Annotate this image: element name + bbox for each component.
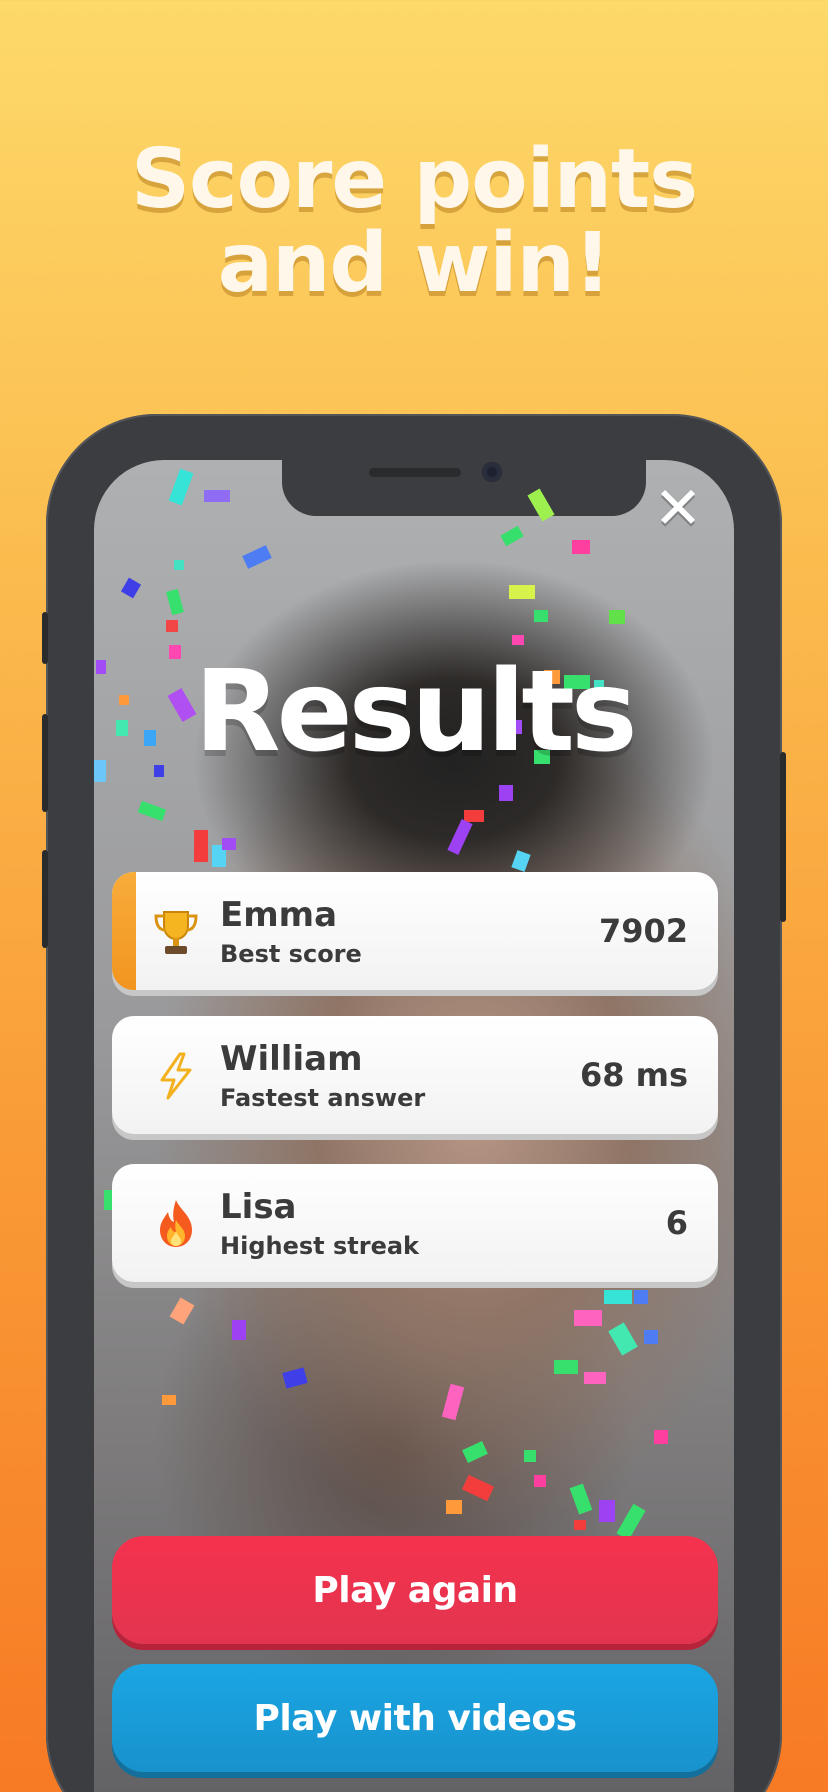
fire-icon [160,1200,192,1247]
play-again-button[interactable]: Play again [112,1536,718,1644]
result-card-highest-streak: Lisa Highest streak 6 [112,1164,718,1282]
result-label: Highest streak [220,1232,419,1260]
result-value: 7902 [598,912,688,950]
trophy-icon [154,911,198,954]
result-value: 6 [665,1204,688,1242]
player-name: William [220,1039,363,1079]
headline-line-2: and win! [217,216,612,311]
results-title: Results [194,647,637,777]
headline-line-1: Score points [130,132,698,227]
close-button[interactable]: ✕ [650,474,706,542]
card-highlight-accent [112,872,136,990]
lightning-icon [160,1052,192,1100]
play-with-videos-button[interactable]: Play with videos [112,1664,718,1772]
phone-side-button-silent [42,612,48,664]
result-card-fastest-answer: William Fastest answer 68 ms [112,1016,718,1134]
phone-speaker [369,468,461,477]
phone-side-button-volume-down [42,850,48,948]
phone-notch [282,460,646,516]
phone-side-button-volume-up [42,714,48,812]
player-name: Lisa [220,1187,297,1227]
phone-side-button-power [780,752,786,922]
close-icon: ✕ [653,474,703,542]
result-card-best-score: Emma Best score 7902 [112,872,718,990]
headline: Score points and win! [0,138,828,306]
result-value: 68 ms [579,1056,688,1094]
result-label: Best score [220,940,362,968]
front-camera [482,462,502,482]
result-label: Fastest answer [220,1084,426,1112]
player-name: Emma [220,895,338,935]
